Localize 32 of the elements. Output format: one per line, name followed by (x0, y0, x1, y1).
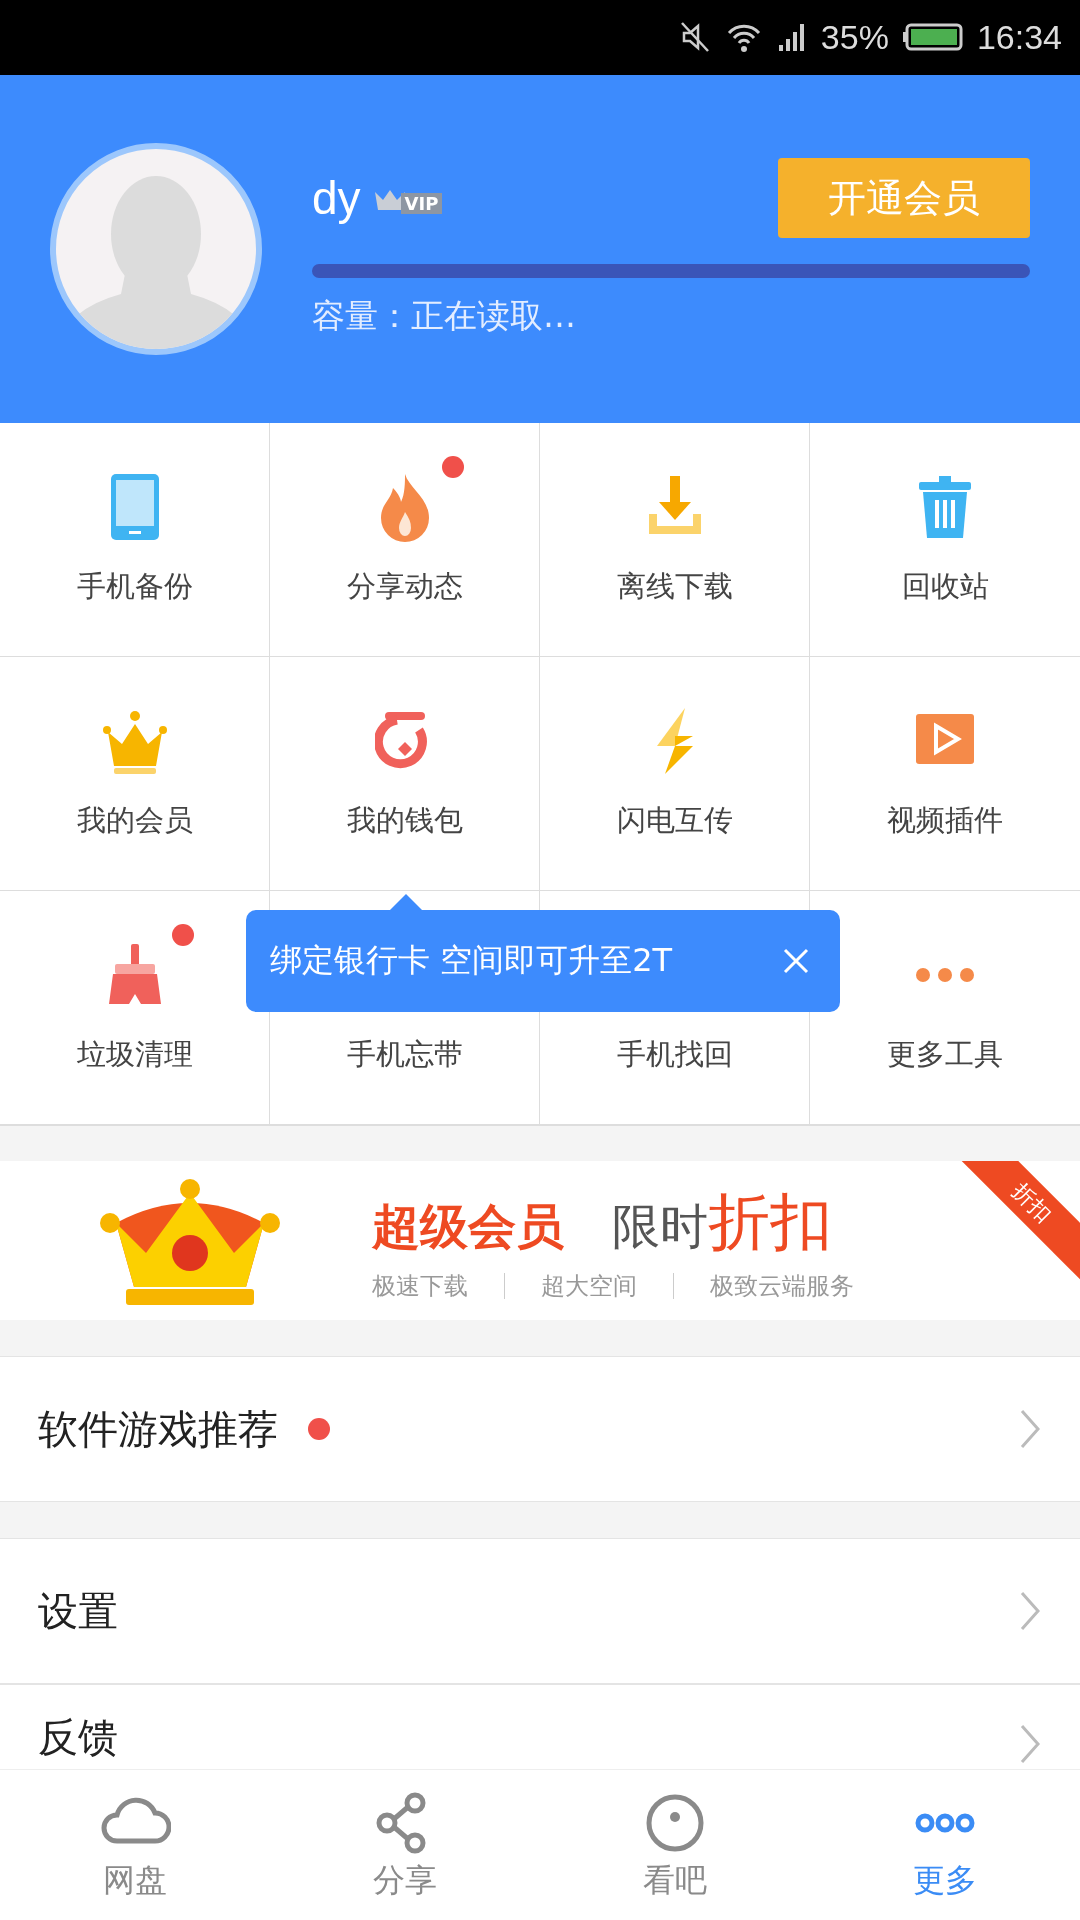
banner-feature: 极速下载 (372, 1270, 468, 1302)
promo-banner[interactable]: 超级会员 限时折扣 极速下载 超大空间 极致云端服务 折扣 (0, 1160, 1080, 1321)
tool-tile[interactable]: 我的钱包 (270, 656, 540, 891)
battery-icon (902, 23, 963, 52)
banner-feature: 极致云端服务 (710, 1270, 854, 1302)
tool-tile[interactable]: 回收站 (810, 422, 1080, 657)
tool-tile[interactable]: 分享动态 (270, 422, 540, 657)
chevron-icon (1018, 1408, 1042, 1451)
vip-badge: VIP (372, 188, 443, 215)
banner-feature: 超大空间 (541, 1270, 637, 1302)
banner-highlight: 折扣 (708, 1183, 832, 1260)
menu-row[interactable]: 反馈 (0, 1684, 1080, 1770)
clock-time: 16:34 (976, 17, 1062, 57)
tooltip-pointer (390, 893, 422, 910)
user-name: dy (312, 171, 361, 226)
chevron-icon (1018, 1723, 1042, 1766)
tool-tile[interactable]: 闪电互传 (540, 656, 810, 891)
signal-icon (776, 21, 807, 54)
tooltip: 绑定银行卡 空间即可升至2T (246, 909, 840, 1012)
banner-subtitle: 限时 (612, 1197, 708, 1256)
menu-row[interactable]: 软件游戏推荐 (0, 1356, 1080, 1503)
mute-icon (678, 21, 711, 54)
tool-tile[interactable]: 离线下载 (540, 422, 810, 657)
banner-title: 超级会员 (372, 1196, 564, 1256)
tool-tile[interactable]: 视频插件 (810, 656, 1080, 891)
chevron-icon (1018, 1590, 1042, 1633)
battery-percent: 35% (820, 17, 889, 57)
menu-row[interactable]: 设置 (0, 1538, 1080, 1685)
tool-tile[interactable]: 我的会员 (0, 656, 270, 891)
tool-tile[interactable]: 手机备份 (0, 422, 270, 657)
capacity-text: 容量：正在读取… (312, 295, 577, 338)
close-icon (782, 946, 810, 975)
